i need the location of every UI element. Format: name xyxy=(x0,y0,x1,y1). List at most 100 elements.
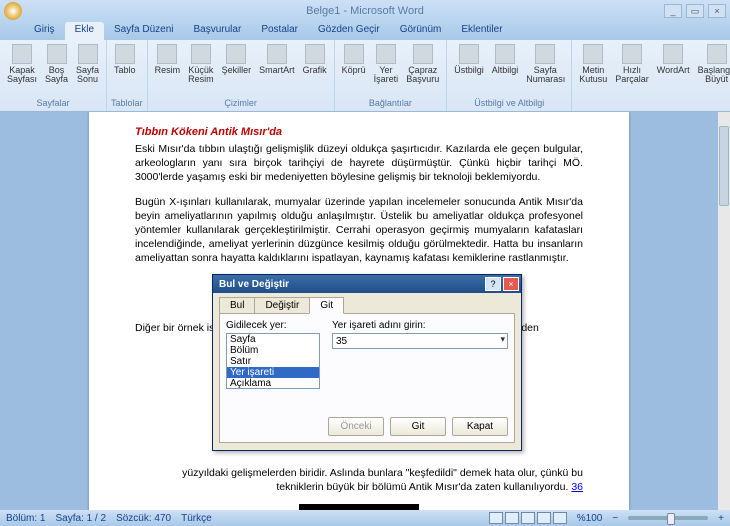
quick-access-toolbar xyxy=(28,4,76,18)
ribbon-button-icon xyxy=(495,44,515,64)
goto-list-item[interactable]: Sayfa xyxy=(227,334,319,345)
ribbon-group-label: Çizimler xyxy=(152,98,330,109)
save-icon[interactable] xyxy=(28,4,42,18)
status-section[interactable]: Bölüm: 1 xyxy=(6,513,45,524)
dialog-title: Bul ve Değiştir xyxy=(219,279,483,290)
ribbon-button-label: Sayfa Sonu xyxy=(76,66,99,84)
goto-list-item[interactable]: Açıklama xyxy=(227,378,319,389)
ribbon-button[interactable]: Küçük Resim xyxy=(185,42,217,86)
ribbon-button[interactable]: Şekiller xyxy=(219,42,255,77)
ribbon-button-label: Üstbilgi xyxy=(454,66,484,75)
vertical-scrollbar[interactable] xyxy=(718,112,730,510)
ribbon-button[interactable]: Hızlı Parçalar xyxy=(612,42,652,86)
status-page[interactable]: Sayfa: 1 / 2 xyxy=(55,513,106,524)
ribbon-tab[interactable]: Ekle xyxy=(65,22,104,40)
go-button[interactable]: Git xyxy=(390,417,446,436)
doc-paragraph: Bugün X-ışınları kullanılarak, mumyalar … xyxy=(135,195,583,266)
goto-list-item[interactable]: Satır xyxy=(227,356,319,367)
ribbon-button[interactable]: Üstbilgi xyxy=(451,42,487,77)
zoom-in-button[interactable]: + xyxy=(718,513,724,524)
ribbon-button[interactable]: Çapraz Başvuru xyxy=(403,42,442,86)
ribbon-tab[interactable]: Sayfa Düzeni xyxy=(104,22,183,40)
status-words[interactable]: Sözcük: 470 xyxy=(116,513,171,524)
close-dialog-button[interactable]: Kapat xyxy=(452,417,508,436)
ribbon-group-label: Tablolar xyxy=(111,98,143,109)
ribbon-button-icon xyxy=(267,44,287,64)
ribbon-button[interactable]: Başlangıcı Büyüt xyxy=(695,42,730,86)
ribbon-button-label: Grafik xyxy=(303,66,327,75)
ribbon-button-icon xyxy=(12,44,32,64)
ribbon-group: Tablo Tablolar xyxy=(107,40,148,111)
zoom-slider[interactable] xyxy=(628,516,708,520)
ribbon-button[interactable]: Kapak Sayfası xyxy=(4,42,40,86)
ribbon-group-label: Bağlantılar xyxy=(339,98,443,109)
zoom-out-button[interactable]: − xyxy=(612,513,618,524)
ribbon-button-label: Boş Sayfa xyxy=(45,66,68,84)
ribbon-button[interactable]: WordArt xyxy=(654,42,693,77)
previous-button[interactable]: Önceki xyxy=(328,417,384,436)
goto-list-item[interactable]: Yer işareti xyxy=(227,367,319,378)
ribbon-group-label: Sayfalar xyxy=(4,98,102,109)
ribbon-tab[interactable]: Postalar xyxy=(251,22,308,40)
ribbon-button[interactable]: Sayfa Sonu xyxy=(73,42,102,86)
ribbon-button[interactable]: Grafik xyxy=(300,42,330,77)
ribbon-button[interactable]: Yer İşareti xyxy=(371,42,402,86)
ribbon-button[interactable]: Metin Kutusu xyxy=(576,42,610,86)
ribbon-tab[interactable]: Gözden Geçir xyxy=(308,22,390,40)
footnote-link[interactable]: 36 xyxy=(571,481,583,493)
dialog-close-button[interactable]: × xyxy=(503,277,519,291)
dialog-tab[interactable]: Bul xyxy=(219,297,255,314)
dialog-tab[interactable]: Git xyxy=(309,297,344,314)
doc-paragraph: yüzyıldaki gelişmelerden biridir. Aslınd… xyxy=(135,466,583,494)
doc-paragraph: Eski Mısır'da tıbbın ulaştığı gelişmişli… xyxy=(135,142,583,185)
bookmark-name-label: Yer işareti adını girin: xyxy=(332,320,508,331)
goto-list[interactable]: SayfaBölümSatırYer işaretiAçıklamaDipnot xyxy=(226,333,320,389)
ribbon-button-label: WordArt xyxy=(657,66,690,75)
close-button[interactable]: × xyxy=(708,4,726,18)
ribbon-tab[interactable]: Görünüm xyxy=(390,22,452,40)
view-buttons xyxy=(489,512,567,524)
ribbon-tab[interactable]: Eklentiler xyxy=(451,22,512,40)
redo-icon[interactable] xyxy=(62,4,76,18)
ribbon-tab[interactable]: Başvurular xyxy=(184,22,252,40)
ribbon-button[interactable]: Tablo xyxy=(111,42,139,77)
minimize-button[interactable]: _ xyxy=(664,4,682,18)
ribbon-button-icon xyxy=(583,44,603,64)
status-language[interactable]: Türkçe xyxy=(181,513,212,524)
ribbon-button-icon xyxy=(78,44,98,64)
outline-view-icon[interactable] xyxy=(537,512,551,524)
dialog-tab[interactable]: Değiştir xyxy=(254,297,310,314)
goto-list-item[interactable]: Bölüm xyxy=(227,345,319,356)
print-layout-view-icon[interactable] xyxy=(489,512,503,524)
ribbon-button-icon xyxy=(535,44,555,64)
web-layout-view-icon[interactable] xyxy=(521,512,535,524)
undo-icon[interactable] xyxy=(45,4,59,18)
ribbon-button[interactable]: Boş Sayfa xyxy=(42,42,71,86)
bookmark-name-input[interactable] xyxy=(332,333,508,349)
ribbon-button-label: Sayfa Numarası xyxy=(526,66,564,84)
ribbon-button[interactable]: Sayfa Numarası xyxy=(523,42,567,86)
draft-view-icon[interactable] xyxy=(553,512,567,524)
ribbon-group: ResimKüçük Resim Şekiller SmartArt Grafik Çi… xyxy=(148,40,335,111)
zoom-level[interactable]: %100 xyxy=(577,513,603,524)
ribbon-button-label: SmartArt xyxy=(259,66,295,75)
ribbon-button-label: Şekiller xyxy=(222,66,252,75)
ribbon-button-label: Altbilgi xyxy=(492,66,519,75)
ribbon-button[interactable]: Altbilgi xyxy=(489,42,522,77)
scroll-thumb[interactable] xyxy=(719,126,729,206)
maximize-button[interactable]: ▭ xyxy=(686,4,704,18)
status-bar: Bölüm: 1 Sayfa: 1 / 2 Sözcük: 470 Türkçe… xyxy=(0,510,730,526)
ribbon-button-icon xyxy=(344,44,364,64)
doc-heading: Tıbbın Kökeni Antik Mısır'da xyxy=(135,126,583,138)
dialog-help-button[interactable]: ? xyxy=(485,277,501,291)
find-replace-dialog: Bul ve Değiştir ? × BulDeğiştirGit Gidil… xyxy=(212,274,522,451)
ribbon-button[interactable]: SmartArt xyxy=(256,42,298,77)
ribbon-button[interactable]: Köprü xyxy=(339,42,369,77)
office-button[interactable] xyxy=(4,2,22,20)
ribbon-button-icon xyxy=(305,44,325,64)
ribbon-tab[interactable]: Giriş xyxy=(24,22,65,40)
ribbon-button-icon xyxy=(226,44,246,64)
window-title: Belge1 - Microsoft Word xyxy=(306,5,424,17)
full-screen-view-icon[interactable] xyxy=(505,512,519,524)
ribbon-button[interactable]: Resim xyxy=(152,42,184,77)
